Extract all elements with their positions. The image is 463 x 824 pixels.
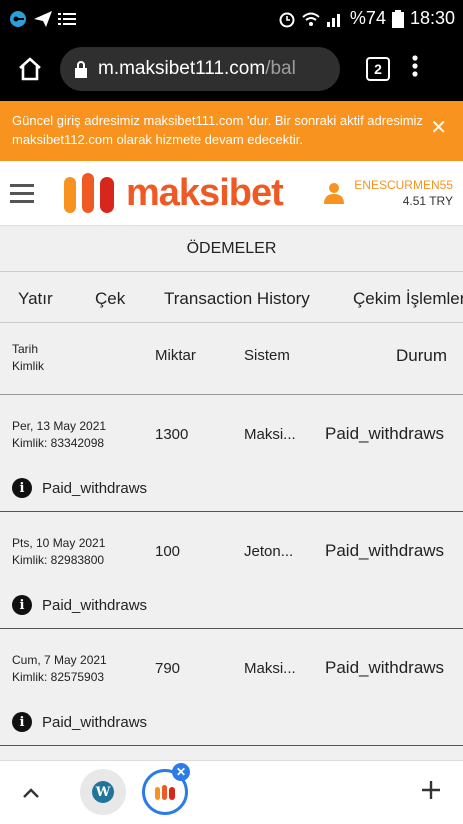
row-status: Paid_withdraws bbox=[325, 541, 445, 560]
info-icon: i bbox=[12, 478, 32, 498]
home-button[interactable] bbox=[12, 51, 48, 87]
new-tab-button[interactable] bbox=[421, 775, 441, 807]
row-id: Kimlik: 82575903 bbox=[12, 670, 105, 684]
row-date: Cum, 7 May 2021 bbox=[12, 653, 107, 667]
battery-icon bbox=[391, 9, 404, 28]
header-system: Sistem bbox=[244, 347, 290, 364]
site-logo[interactable]: maksibet bbox=[62, 171, 284, 215]
send-icon bbox=[34, 10, 52, 27]
row-system: Maksi... bbox=[244, 660, 296, 677]
row-info[interactable]: i Paid_withdraws bbox=[12, 595, 147, 615]
row-amount: 1300 bbox=[155, 426, 189, 443]
row-date: Pts, 10 May 2021 bbox=[12, 536, 106, 550]
row-status: Paid_withdraws bbox=[325, 658, 445, 677]
row-date-id: Cum, 7 May 2021 Kimlik: 82575903 bbox=[12, 652, 107, 686]
chevron-up-icon bbox=[23, 788, 39, 798]
status-bar: %74 18:30 bbox=[0, 0, 463, 37]
row-amount: 790 bbox=[155, 660, 181, 677]
row-status: Paid_withdraws bbox=[325, 424, 445, 443]
tab-wordpress[interactable]: W bbox=[80, 769, 126, 815]
battery-percent: %74 bbox=[349, 8, 386, 28]
hamburger-menu-icon[interactable] bbox=[10, 183, 34, 203]
site-header: maksibet ENESCURMEN55 4.51 TRY bbox=[0, 161, 463, 225]
maksibet-tab-icon bbox=[155, 785, 175, 800]
header-date: Tarih bbox=[12, 342, 39, 356]
lock-icon bbox=[75, 60, 87, 78]
logo-text: maksibet bbox=[126, 171, 284, 214]
signal-icon bbox=[326, 13, 340, 27]
wifi-icon bbox=[302, 12, 320, 26]
plus-icon bbox=[422, 781, 440, 799]
expand-tabs-button[interactable] bbox=[22, 779, 40, 805]
browser-menu-button[interactable] bbox=[412, 54, 418, 84]
row-system: Maksi... bbox=[244, 426, 296, 443]
user-icon bbox=[324, 183, 345, 204]
user-info: ENESCURMEN55 4.51 TRY bbox=[354, 178, 453, 208]
page-title: ÖDEMELER bbox=[0, 225, 463, 271]
url-path: /bal bbox=[265, 58, 296, 79]
tab-yatir[interactable]: Yatır bbox=[18, 289, 53, 309]
row-id: Kimlik: 83342098 bbox=[12, 436, 105, 450]
header-date-id: Tarih Kimlik bbox=[12, 341, 44, 375]
announcement-banner: Güncel giriş adresimiz maksibet111.com '… bbox=[0, 101, 463, 161]
close-banner-button[interactable]: ✕ bbox=[430, 118, 447, 138]
header-status: Durum bbox=[396, 346, 448, 365]
row-info[interactable]: i Paid_withdraws bbox=[12, 712, 147, 732]
row-id: Kimlik: 82983800 bbox=[12, 553, 105, 567]
row-date-id: Pts, 10 May 2021 Kimlik: 82983800 bbox=[12, 535, 105, 569]
tab-switcher-button[interactable]: 2 bbox=[366, 57, 390, 81]
clock: 18:30 bbox=[409, 8, 455, 28]
table-row[interactable]: Per, 13 May 2021 Kimlik: 83342098 1300 M… bbox=[0, 396, 463, 512]
row-info-text: Paid_withdraws bbox=[42, 479, 148, 497]
user-account[interactable]: ENESCURMEN55 4.51 TRY bbox=[322, 178, 453, 208]
header-id: Kimlik bbox=[12, 359, 44, 373]
home-icon bbox=[19, 57, 41, 81]
row-info[interactable]: i Paid_withdraws bbox=[12, 478, 147, 498]
vpn-key-icon bbox=[10, 10, 26, 27]
row-date: Per, 13 May 2021 bbox=[12, 419, 107, 433]
url-host: m.maksibet111.com bbox=[98, 58, 266, 79]
address-bar[interactable]: m.maksibet111.com/bal bbox=[60, 47, 340, 91]
header-amount: Miktar bbox=[155, 347, 196, 364]
list-icon bbox=[58, 12, 76, 25]
tab-cekim-islemleri[interactable]: Çekim İşlemleri bbox=[353, 289, 463, 309]
table-row[interactable]: Cum, 7 May 2021 Kimlik: 82575903 790 Mak… bbox=[0, 630, 463, 746]
row-date-id: Per, 13 May 2021 Kimlik: 83342098 bbox=[12, 418, 106, 452]
browser-bottom-bar: W ✕ bbox=[0, 760, 463, 824]
status-right-icons: %74 18:30 bbox=[278, 8, 455, 29]
row-system: Jeton... bbox=[244, 543, 294, 560]
more-vert-icon bbox=[412, 54, 418, 77]
tab-transaction-history[interactable]: Transaction History bbox=[164, 289, 310, 309]
alarm-icon bbox=[279, 12, 295, 27]
info-icon: i bbox=[12, 595, 32, 615]
row-info-text: Paid_withdraws bbox=[42, 713, 148, 731]
table-row[interactable]: Pts, 10 May 2021 Kimlik: 82983800 100 Je… bbox=[0, 513, 463, 629]
wordpress-icon: W bbox=[92, 781, 114, 803]
maksibet-logo-icon bbox=[64, 173, 114, 213]
username: ENESCURMEN55 bbox=[354, 178, 453, 192]
status-left-icons bbox=[8, 10, 76, 28]
browser-toolbar: m.maksibet111.com/bal 2 bbox=[0, 37, 463, 101]
tab-cek[interactable]: Çek bbox=[95, 289, 125, 309]
payment-tabs: Yatır Çek Transaction History Çekim İşle… bbox=[0, 271, 463, 323]
table-header: Tarih Kimlik Miktar Sistem Durum bbox=[0, 323, 463, 395]
close-tab-icon[interactable]: ✕ bbox=[172, 763, 190, 781]
row-info-text: Paid_withdraws bbox=[42, 596, 148, 614]
balance: 4.51 TRY bbox=[402, 194, 453, 208]
info-icon: i bbox=[12, 712, 32, 732]
announcement-text: Güncel giriş adresimiz maksibet111.com '… bbox=[12, 113, 423, 147]
row-amount: 100 bbox=[155, 543, 181, 560]
